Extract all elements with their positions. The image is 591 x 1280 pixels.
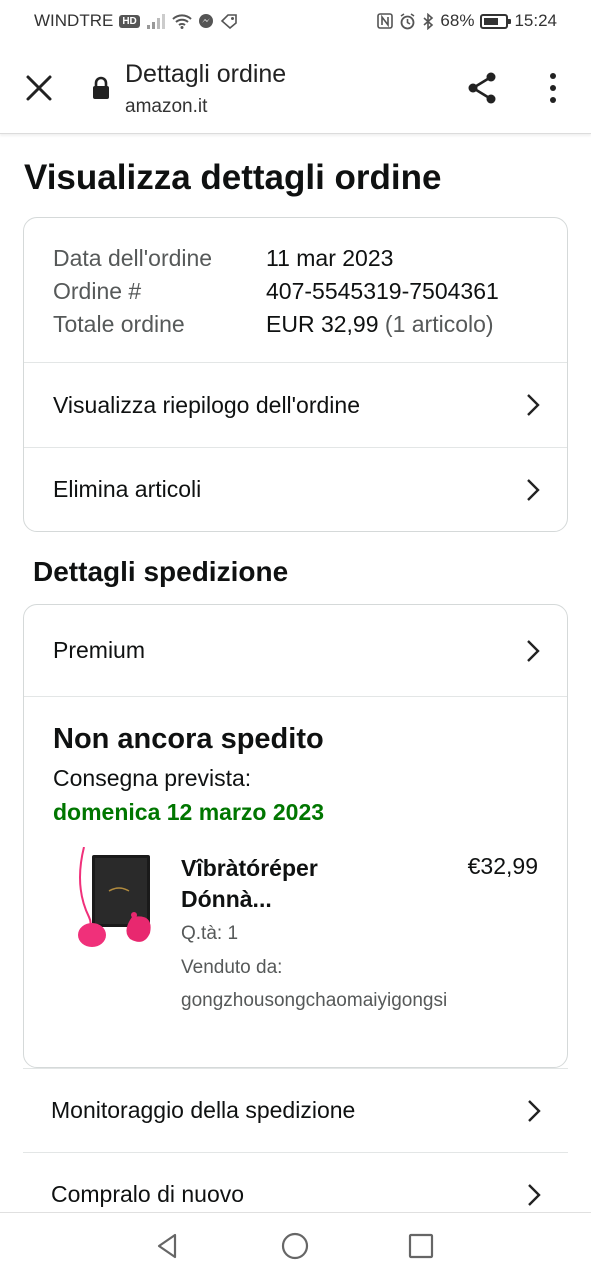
- wifi-icon: [172, 14, 192, 29]
- order-date-value: 11 mar 2023: [266, 245, 394, 271]
- chevron-right-icon: [528, 1099, 541, 1122]
- status-right: 68% 15:24: [377, 11, 557, 31]
- order-total-row: Totale ordine EUR 32,99 (1 articolo): [24, 308, 567, 341]
- close-icon: [26, 75, 52, 101]
- page-tab-title: Dettagli ordine: [125, 60, 287, 88]
- more-vert-icon: [550, 73, 556, 103]
- track-shipment-label: Monitoraggio della spedizione: [51, 1097, 356, 1123]
- chevron-right-icon: [527, 394, 540, 416]
- chevron-right-icon: [528, 1183, 541, 1206]
- order-total-label: Totale ordine: [53, 311, 185, 337]
- product-name-line2: Dónnà...: [181, 886, 272, 912]
- order-total-value: EUR 32,99: [266, 311, 379, 337]
- recents-square-icon: [408, 1233, 434, 1259]
- more-options-button[interactable]: [538, 70, 568, 106]
- delete-items-link[interactable]: Elimina articoli: [24, 447, 567, 531]
- shipping-service-label: Premium: [53, 637, 146, 663]
- chevron-right-icon: [527, 639, 540, 662]
- product-name[interactable]: Vîbràtóréper Dónnà...: [181, 853, 381, 915]
- url-host[interactable]: amazon.it: [125, 96, 207, 118]
- close-button[interactable]: [22, 68, 56, 108]
- battery-percent: 68%: [440, 11, 475, 30]
- expected-delivery-date: domenica 12 marzo 2023: [53, 799, 325, 825]
- shipment-actions: Monitoraggio della spedizione Compralo d…: [23, 1068, 568, 1236]
- order-item-count: (1 articolo): [384, 311, 494, 337]
- browser-toolbar: Dettagli ordine amazon.it: [0, 42, 591, 134]
- recents-button[interactable]: [406, 1231, 436, 1261]
- expected-delivery-label: Consegna prevista:: [53, 765, 252, 791]
- shipment-card: Premium Non ancora spedito Consegna prev…: [23, 604, 568, 1068]
- status-bar: WINDTRE HD 68% 15:24: [0, 0, 591, 42]
- home-button[interactable]: [280, 1231, 310, 1261]
- share-icon: [468, 72, 496, 104]
- view-order-summary-link[interactable]: Visualizza riepilogo dell'ordine: [24, 363, 567, 447]
- view-order-summary-label: Visualizza riepilogo dell'ordine: [53, 391, 360, 418]
- nfc-icon: [377, 13, 394, 29]
- hd-badge: HD: [119, 14, 140, 28]
- order-total-value-group: EUR 32,99 (1 articolo): [266, 308, 494, 341]
- deal-icon: [220, 14, 237, 29]
- page-title: Visualizza dettagli ordine: [24, 158, 442, 197]
- system-nav-bar: [0, 1212, 591, 1280]
- buy-again-label: Compralo di nuovo: [51, 1181, 245, 1207]
- back-triangle-icon: [157, 1233, 177, 1259]
- delete-items-label: Elimina articoli: [53, 476, 202, 502]
- bluetooth-icon: [423, 12, 434, 30]
- share-button[interactable]: [464, 70, 500, 106]
- order-number-value: 407-5545319-7504361: [266, 278, 499, 304]
- product-price: €32,99: [467, 853, 538, 879]
- shipping-service-link[interactable]: Premium: [24, 605, 567, 697]
- order-date-label: Data dell'ordine: [53, 245, 213, 271]
- back-button[interactable]: [153, 1231, 183, 1261]
- product-name-line1: Vîbràtóréper: [181, 855, 318, 881]
- product-quantity: Q.tà: 1: [181, 923, 239, 944]
- signal-icon: [146, 14, 165, 29]
- shipping-section-title: Dettagli spedizione: [33, 556, 289, 587]
- product-image[interactable]: [64, 846, 164, 957]
- track-shipment-link[interactable]: Monitoraggio della spedizione: [23, 1068, 568, 1152]
- sold-by-label: Venduto da:: [181, 957, 283, 978]
- seller-name: gongzhousongchaomaiyigongsi: [181, 990, 448, 1011]
- chevron-right-icon: [527, 478, 540, 501]
- home-circle-icon: [281, 1232, 309, 1260]
- clock: 15:24: [514, 11, 557, 30]
- alarm-icon: [400, 12, 415, 29]
- order-date-row: Data dell'ordine 11 mar 2023: [24, 242, 567, 275]
- shipment-status: Non ancora spedito: [53, 723, 324, 755]
- order-number-label: Ordine #: [53, 278, 142, 304]
- order-number-row: Ordine # 407-5545319-7504361: [24, 275, 567, 308]
- order-info-card: Data dell'ordine 11 mar 2023 Ordine # 40…: [23, 217, 568, 532]
- order-summary: Data dell'ordine 11 mar 2023 Ordine # 40…: [24, 218, 567, 363]
- battery-icon: [480, 13, 512, 29]
- lock-icon: [90, 76, 112, 100]
- status-left: WINDTRE HD: [34, 11, 238, 31]
- carrier-name: WINDTRE: [34, 11, 114, 30]
- messenger-icon: [198, 14, 213, 28]
